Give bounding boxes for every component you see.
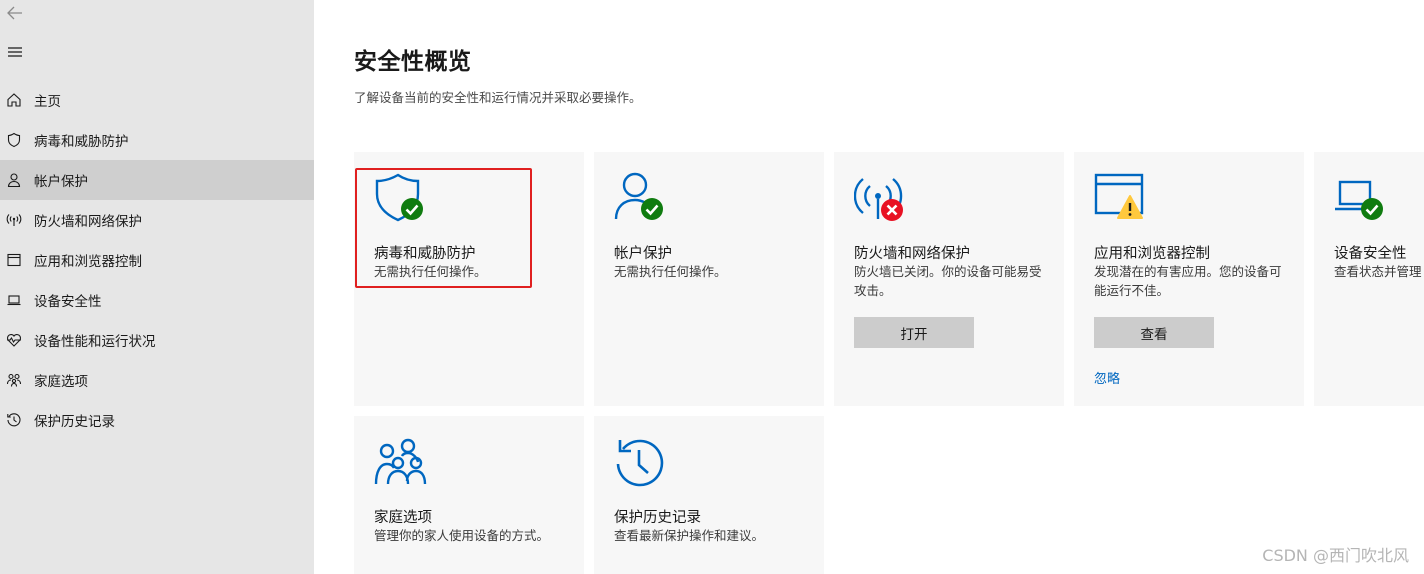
page-title: 安全性概览 bbox=[354, 49, 472, 75]
sidebar-item-label: 家庭选项 bbox=[34, 374, 88, 390]
card-title: 设备安全性 bbox=[1334, 246, 1407, 262]
card-app-browser-control[interactable]: 应用和浏览器控制 发现潜在的有害应用。您的设备可能运行不佳。 查看 忽略 bbox=[1074, 152, 1304, 406]
sidebar-item-label: 主页 bbox=[34, 94, 61, 110]
sidebar-item-label: 保护历史记录 bbox=[34, 414, 115, 430]
card-family-options[interactable]: 家庭选项 管理你的家人使用设备的方式。 bbox=[354, 416, 584, 574]
sidebar-item-label: 帐户保护 bbox=[34, 174, 88, 190]
person-icon bbox=[0, 160, 28, 200]
card-protection-history[interactable]: 保护历史记录 查看最新保护操作和建议。 bbox=[594, 416, 824, 574]
sidebar-item-family[interactable]: 家庭选项 bbox=[0, 360, 314, 400]
arrow-left-icon bbox=[7, 6, 22, 20]
home-icon bbox=[0, 80, 28, 120]
wifi-antenna-icon bbox=[0, 200, 28, 240]
page-subtitle: 了解设备当前的安全性和运行情况并采取必要操作。 bbox=[354, 90, 642, 105]
card-desc: 防火墙已关闭。你的设备可能易受攻击。 bbox=[854, 264, 1042, 298]
sidebar-item-label: 应用和浏览器控制 bbox=[34, 254, 142, 270]
card-virus-protection[interactable]: 病毒和威胁防护 无需执行任何操作。 bbox=[354, 152, 584, 406]
card-title: 帐户保护 bbox=[614, 246, 672, 262]
sidebar-item-device-health[interactable]: 设备性能和运行状况 bbox=[0, 320, 314, 360]
hamburger-icon bbox=[8, 47, 22, 57]
window-warning-icon bbox=[1094, 172, 1154, 228]
menu-button[interactable] bbox=[0, 40, 30, 64]
card-title: 应用和浏览器控制 bbox=[1094, 246, 1210, 262]
history-icon bbox=[614, 436, 674, 492]
view-button[interactable]: 查看 bbox=[1094, 317, 1214, 348]
turn-on-button[interactable]: 打开 bbox=[854, 317, 974, 348]
family-icon bbox=[0, 360, 28, 400]
card-title: 保护历史记录 bbox=[614, 510, 701, 526]
card-desc: 无需执行任何操作。 bbox=[614, 264, 727, 279]
back-button[interactable] bbox=[0, 0, 30, 26]
sidebar-nav: 主页 病毒和威胁防护 帐户保护 防火墙和网络保护 应用和浏览器控制 设备安全性 … bbox=[0, 80, 314, 440]
history-icon bbox=[0, 400, 28, 440]
card-desc: 管理你的家人使用设备的方式。 bbox=[374, 528, 550, 543]
sidebar-item-label: 病毒和威胁防护 bbox=[34, 134, 129, 150]
sidebar: 主页 病毒和威胁防护 帐户保护 防火墙和网络保护 应用和浏览器控制 设备安全性 … bbox=[0, 0, 314, 574]
sidebar-item-history[interactable]: 保护历史记录 bbox=[0, 400, 314, 440]
sidebar-item-label: 设备性能和运行状况 bbox=[34, 334, 156, 350]
shield-icon bbox=[0, 120, 28, 160]
sidebar-item-home[interactable]: 主页 bbox=[0, 80, 314, 120]
card-desc: 发现潜在的有害应用。您的设备可能运行不佳。 bbox=[1094, 264, 1282, 298]
card-title: 病毒和威胁防护 bbox=[374, 246, 476, 262]
card-firewall[interactable]: 防火墙和网络保护 防火墙已关闭。你的设备可能易受攻击。 打开 bbox=[834, 152, 1064, 406]
laptop-check-icon bbox=[1334, 172, 1394, 228]
laptop-icon bbox=[0, 280, 28, 320]
sidebar-item-virus[interactable]: 病毒和威胁防护 bbox=[0, 120, 314, 160]
antenna-error-icon bbox=[853, 172, 914, 228]
card-desc: 无需执行任何操作。 bbox=[374, 264, 487, 279]
heart-pulse-icon bbox=[0, 320, 28, 360]
shield-check-icon bbox=[374, 172, 434, 228]
sidebar-item-app-browser[interactable]: 应用和浏览器控制 bbox=[0, 240, 314, 280]
sidebar-item-device-security[interactable]: 设备安全性 bbox=[0, 280, 314, 320]
dismiss-link[interactable]: 忽略 bbox=[1094, 368, 1120, 387]
sidebar-item-label: 设备安全性 bbox=[34, 294, 102, 310]
family-icon bbox=[374, 436, 434, 492]
card-device-security[interactable]: 设备安全性 查看状态并管理 bbox=[1314, 152, 1424, 406]
app-window-icon bbox=[0, 240, 28, 280]
card-desc: 查看最新保护操作和建议。 bbox=[614, 528, 765, 543]
watermark: CSDN @西门吹北风 bbox=[1262, 546, 1409, 565]
person-check-icon bbox=[614, 172, 674, 228]
card-desc: 查看状态并管理 bbox=[1334, 264, 1422, 279]
card-title: 防火墙和网络保护 bbox=[854, 246, 970, 262]
main-content: 安全性概览 了解设备当前的安全性和运行情况并采取必要操作。 病毒和威胁防护 无需… bbox=[314, 0, 1424, 574]
sidebar-item-account[interactable]: 帐户保护 bbox=[0, 160, 314, 200]
sidebar-item-label: 防火墙和网络保护 bbox=[34, 214, 142, 230]
sidebar-item-firewall[interactable]: 防火墙和网络保护 bbox=[0, 200, 314, 240]
card-account-protection[interactable]: 帐户保护 无需执行任何操作。 bbox=[594, 152, 824, 406]
card-title: 家庭选项 bbox=[374, 510, 432, 526]
